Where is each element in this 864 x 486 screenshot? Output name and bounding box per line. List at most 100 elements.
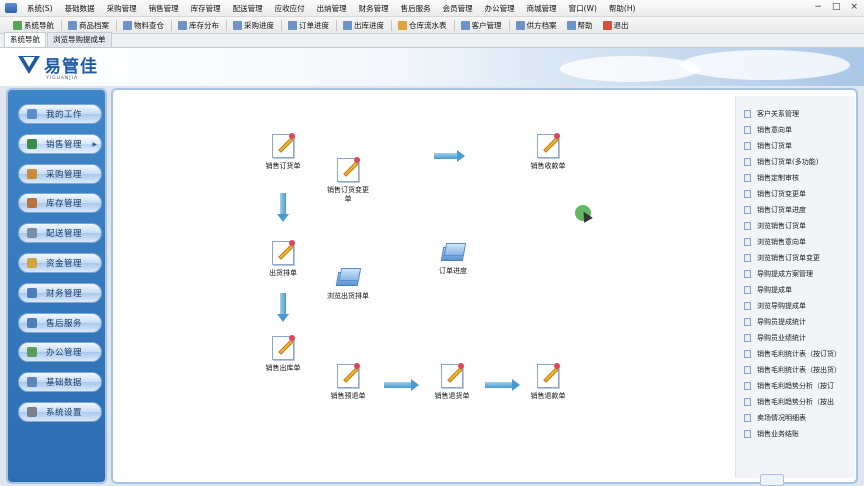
menu-window[interactable]: 窗口(W) [563, 3, 603, 14]
list-item[interactable]: 销售毛利趋势分析（按订 [736, 378, 855, 394]
toolbar-purchase-progress[interactable]: 采购进度 [230, 20, 277, 31]
toolbar-outbound-progress[interactable]: 出库进度 [340, 20, 387, 31]
menu-office[interactable]: 办公管理 [479, 3, 521, 14]
nav-system-settings[interactable]: 系统设置 [18, 401, 102, 422]
menu-basic-data[interactable]: 基础数据 [59, 3, 101, 14]
flow-node-sales-outbound[interactable]: 销售出库单 [251, 335, 315, 373]
office-icon [27, 347, 37, 358]
restore-icon[interactable]: □ [832, 2, 841, 12]
list-item[interactable]: 销售业务结账 [736, 426, 855, 442]
nav-after-sales[interactable]: 售后服务 [18, 312, 102, 333]
list-item[interactable]: 浏览导购提成单 [736, 298, 855, 314]
menu-help[interactable]: 帮助(H) [603, 3, 642, 14]
nav-my-work[interactable]: 我的工作 [18, 104, 102, 124]
menu-mall[interactable]: 商城管理 [521, 3, 563, 14]
tab-system-nav[interactable]: 系统导航 [4, 32, 46, 47]
list-item[interactable]: 销售订货单(多功能) [736, 154, 855, 170]
toolbar-separator [61, 19, 62, 31]
distribution-icon [178, 20, 187, 30]
logo-brand: 易管佳 [44, 57, 98, 77]
nav-purchase-management[interactable]: 采购管理 [18, 163, 102, 184]
flow-node-order-change[interactable]: 销售订货变更单 [316, 157, 380, 204]
flow-node-presale-return[interactable]: 销售预退单 [316, 363, 380, 401]
toolbar-exit[interactable]: 退出 [600, 20, 632, 31]
list-item[interactable]: 浏览销售订货单变更 [736, 250, 855, 266]
tab-browse-guide-commission[interactable]: 浏览导购提成单 [47, 32, 112, 47]
toolbar-product-archive[interactable]: 商品档案 [65, 20, 112, 31]
window-controls: − □ × [814, 2, 858, 12]
document-icon [744, 142, 751, 150]
nav-funds-management[interactable]: 资金管理 [18, 252, 102, 273]
document-icon [744, 382, 751, 390]
flow-node-sales-receipt[interactable]: 销售收款单 [516, 133, 580, 171]
nav-finance-management[interactable]: 财务管理 [18, 282, 102, 303]
toolbar-separator [391, 19, 392, 31]
taskbar-thumbnail[interactable] [760, 474, 784, 486]
list-item[interactable]: 销售意向单 [736, 122, 855, 138]
flow-node-browse-shipping[interactable]: 浏览出货排单 [316, 266, 380, 301]
toolbar-order-progress[interactable]: 订单进度 [285, 20, 332, 31]
list-item[interactable]: 浏览销售订货单 [736, 218, 855, 234]
nav-basic-data[interactable]: 基础数据 [18, 372, 102, 393]
list-item[interactable]: 销售订货单 [736, 138, 855, 154]
list-item[interactable]: 销售定制审核 [736, 170, 855, 186]
toolbar-system-nav[interactable]: 系统导航 [10, 20, 57, 31]
menu-purchase[interactable]: 采购管理 [101, 3, 143, 14]
order-icon [288, 20, 297, 30]
document-icon [744, 126, 751, 134]
document-icon [744, 206, 751, 214]
finance-icon [27, 287, 37, 298]
list-item[interactable]: 导购员提成统计 [736, 314, 855, 330]
nav-sales-management[interactable]: 销售管理 ▶ [18, 133, 102, 154]
list-item[interactable]: 销售订货变更单 [736, 186, 855, 202]
menu-inventory[interactable]: 库存管理 [185, 3, 227, 14]
flow-node-sales-refund[interactable]: 销售退款单 [516, 363, 580, 401]
cloud-decoration [680, 50, 850, 80]
warehouse-icon [27, 198, 37, 209]
menu-member[interactable]: 会员管理 [437, 3, 479, 14]
menu-cashier[interactable]: 出纳管理 [311, 3, 353, 14]
menu-receivable[interactable]: 应收应付 [269, 3, 311, 14]
nav-delivery-management[interactable]: 配送管理 [18, 223, 102, 244]
main-panel: 销售订货单 销售订货变更单 销售收款单 出货排单 浏览出货排单 订单进度 销售出… [111, 88, 858, 484]
list-item[interactable]: 浏览销售意向单 [736, 234, 855, 250]
list-item[interactable]: 导购提成方案管理 [736, 266, 855, 282]
toolbar-supplier-archive[interactable]: 供方档案 [513, 20, 560, 31]
document-icon [744, 174, 751, 182]
logo-mark-icon [16, 54, 42, 76]
nav-inventory-management[interactable]: 库存管理 [18, 193, 102, 214]
list-item[interactable]: 销售毛利统计表（按订货） [736, 346, 855, 362]
sales-icon [27, 138, 37, 149]
toolbar-separator [453, 19, 455, 31]
list-item[interactable]: 导购员业绩统计 [736, 330, 855, 346]
list-item[interactable]: 销售毛利趋势分析（按出 [736, 394, 855, 410]
toolbar-separator [281, 19, 282, 31]
nav-office-management[interactable]: 办公管理 [18, 342, 102, 363]
funds-icon [27, 257, 37, 268]
flow-node-sales-order[interactable]: 销售订货单 [251, 133, 315, 171]
menu-delivery[interactable]: 配送管理 [227, 3, 269, 14]
close-icon[interactable]: × [850, 2, 858, 12]
minimize-icon[interactable]: − [814, 2, 822, 12]
toolbar-warehouse-ledger[interactable]: 仓库流水表 [395, 20, 450, 31]
database-icon [27, 377, 37, 388]
monitor-icon [27, 109, 37, 119]
toolbar-customer-management[interactable]: 客户管理 [458, 20, 505, 31]
list-item[interactable]: 销售毛利统计表（按出货） [736, 362, 855, 378]
document-icon [744, 430, 751, 438]
flow-node-shipping-schedule[interactable]: 出货排单 [251, 240, 315, 278]
menu-after-sales[interactable]: 售后服务 [395, 3, 437, 14]
list-item[interactable]: 客户关系管理 [736, 106, 855, 122]
flow-node-sales-return[interactable]: 销售退货单 [420, 363, 484, 401]
menu-sales[interactable]: 销售管理 [143, 3, 185, 14]
toolbar-material-check[interactable]: 物料查仓 [120, 20, 167, 31]
toolbar-inventory-distribution[interactable]: 库存分布 [175, 20, 222, 31]
toolbar-help[interactable]: 帮助 [564, 20, 596, 31]
list-item[interactable]: 卖场情况明细表 [736, 410, 855, 426]
flow-node-order-progress[interactable]: 订单进度 [421, 241, 485, 276]
menu-system[interactable]: 系统(S) [21, 3, 59, 14]
list-item[interactable]: 导购提成单 [736, 282, 855, 298]
document-icon [744, 254, 751, 262]
list-item[interactable]: 销售订货单进度 [736, 202, 855, 218]
menu-finance[interactable]: 财务管理 [353, 3, 395, 14]
